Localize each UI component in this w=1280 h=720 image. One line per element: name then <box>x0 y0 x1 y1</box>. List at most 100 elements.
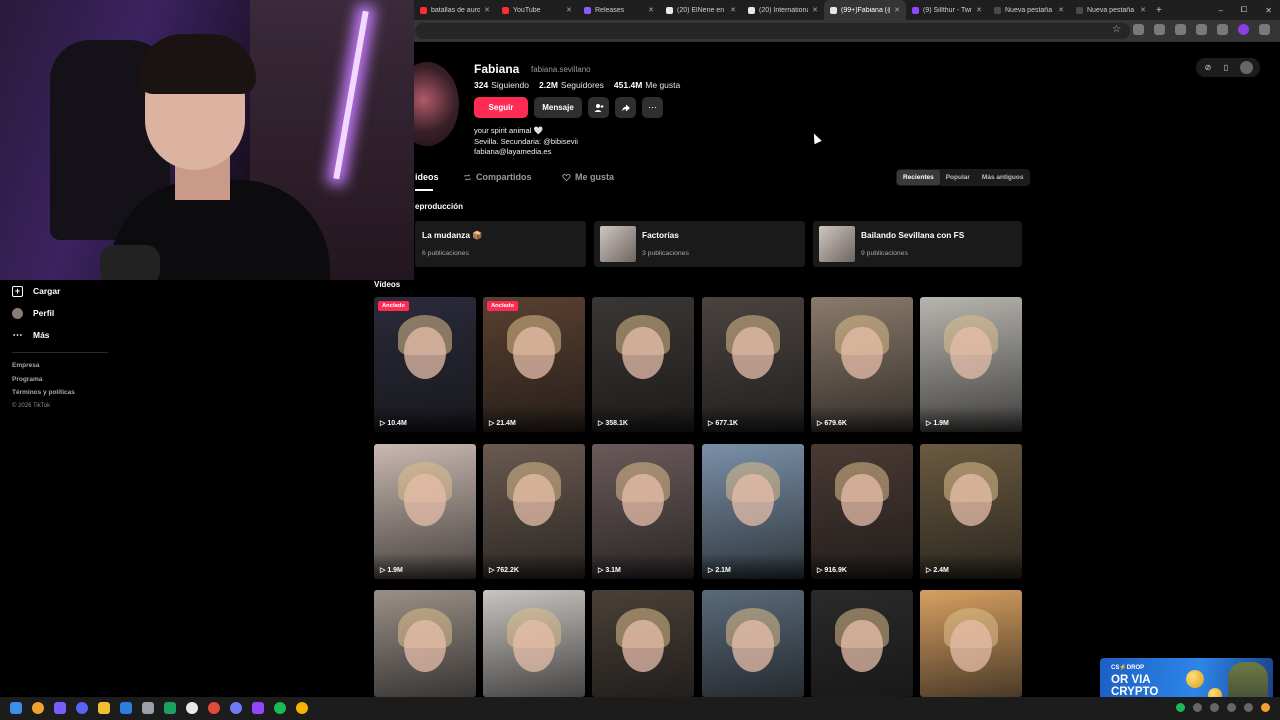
tab-liked[interactable]: Me gusta <box>562 172 614 182</box>
share-button[interactable] <box>615 97 636 118</box>
app-icon[interactable] <box>208 702 220 714</box>
tab-close-icon[interactable]: ✕ <box>730 6 736 14</box>
browser-tab[interactable]: (20) ElNene en X ✕ <box>660 0 742 20</box>
tab-close-icon[interactable]: ✕ <box>976 6 982 14</box>
video-thumbnail[interactable]: ▷ 10.4M Anclado <box>374 297 476 432</box>
video-thumbnail[interactable]: ▷ 358.1K <box>592 297 694 432</box>
video-thumbnail[interactable] <box>920 590 1022 697</box>
browser-tab[interactable]: (20) International ✕ <box>742 0 824 20</box>
browser-tab[interactable]: (99+)Fabiana (@ ✕ <box>824 0 906 20</box>
url-input[interactable] <box>415 23 1130 39</box>
video-thumbnail[interactable]: ▷ 677.1K <box>702 297 804 432</box>
browser-tab[interactable]: (9) Sillthur - Twitc ✕ <box>906 0 988 20</box>
new-tab-button[interactable]: + <box>1156 5 1162 16</box>
extension-icon[interactable] <box>1133 24 1144 35</box>
video-thumbnail[interactable] <box>702 590 804 697</box>
video-thumbnail[interactable]: ▷ 762.2K <box>483 444 585 579</box>
video-thumbnail[interactable]: ▷ 3.1M <box>592 444 694 579</box>
tab-close-icon[interactable]: ✕ <box>1058 6 1064 14</box>
search-icon[interactable] <box>32 702 44 714</box>
puzzle-icon[interactable] <box>1175 24 1186 35</box>
tab-close-icon[interactable]: ✕ <box>566 6 572 14</box>
tab-videos[interactable]: ideos <box>415 172 439 182</box>
video-thumbnail[interactable] <box>374 590 476 697</box>
windows-start-icon[interactable] <box>10 702 22 714</box>
video-thumbnail[interactable]: ▷ 679.6K <box>811 297 913 432</box>
tray-icon[interactable] <box>1227 703 1236 712</box>
minimize-button[interactable]: – <box>1218 6 1222 15</box>
compass-icon[interactable]: ⊘ <box>1204 63 1213 72</box>
video-thumbnail[interactable]: ▷ 1.9M <box>374 444 476 579</box>
app-icon[interactable] <box>54 702 66 714</box>
app-icon[interactable] <box>164 702 176 714</box>
app-icon[interactable] <box>186 702 198 714</box>
extension-icon[interactable] <box>1154 24 1165 35</box>
more-options-button[interactable]: ⋯ <box>642 97 663 118</box>
steam-icon[interactable] <box>142 702 154 714</box>
stat-followers[interactable]: 2.2M Seguidores <box>539 80 604 90</box>
video-thumbnail[interactable] <box>811 590 913 697</box>
close-window-button[interactable]: ✕ <box>1265 6 1272 15</box>
browser-tab[interactable]: Releases ✕ <box>578 0 660 20</box>
tray-icon[interactable] <box>1176 703 1185 712</box>
sort-oldest[interactable]: Más antiguos <box>976 170 1030 185</box>
tray-icon[interactable] <box>1244 703 1253 712</box>
follow-button[interactable]: Seguir <box>474 97 528 118</box>
message-button[interactable]: Mensaje <box>534 97 582 118</box>
stat-following[interactable]: 324 Siguiendo <box>474 80 529 90</box>
sidebar-item-more[interactable]: ⋯ Más <box>0 324 110 346</box>
browser-tab[interactable]: YouTube ✕ <box>496 0 578 20</box>
video-thumbnail[interactable]: ▷ 916.9K <box>811 444 913 579</box>
tab-close-icon[interactable]: ✕ <box>484 6 490 14</box>
browser-tab[interactable]: Nueva pestaña ✕ <box>1070 0 1152 20</box>
tab-close-icon[interactable]: ✕ <box>812 6 818 14</box>
menu-dots-icon[interactable] <box>1259 24 1270 35</box>
tab-close-icon[interactable]: ✕ <box>1140 6 1146 14</box>
sidebar-item-upload[interactable]: + Cargar <box>0 280 110 302</box>
extension-icon[interactable] <box>1217 24 1228 35</box>
app-icon[interactable] <box>98 702 110 714</box>
chrome-icon[interactable] <box>296 702 308 714</box>
video-subject-face <box>841 327 883 379</box>
tray-icon[interactable] <box>1261 703 1270 712</box>
browser-tab[interactable]: batallas de auro ✕ <box>414 0 496 20</box>
tray-icon[interactable] <box>1210 703 1219 712</box>
bookmark-star-icon[interactable]: ☆ <box>1112 24 1123 35</box>
app-icon[interactable] <box>230 702 242 714</box>
video-thumbnail[interactable]: ▷ 2.1M <box>702 444 804 579</box>
tab-favicon-icon <box>1076 6 1083 14</box>
footer-link-program[interactable]: Programa <box>0 373 110 387</box>
bio-email[interactable]: fabiana@layamedia.es <box>474 147 578 158</box>
video-thumbnail[interactable]: ▷ 21.4M Anclado <box>483 297 585 432</box>
sort-popular[interactable]: Popular <box>940 170 976 185</box>
playlist-card[interactable]: Factorías 3 publicaciones <box>594 221 805 267</box>
view-count: ▷ 3.1M <box>598 566 621 574</box>
add-friend-button[interactable] <box>588 97 609 118</box>
view-count-value: 677.1K <box>715 420 738 427</box>
spotify-icon[interactable] <box>274 702 286 714</box>
app-icon[interactable] <box>120 702 132 714</box>
device-icon[interactable]: ▯ <box>1222 63 1231 72</box>
tray-icon[interactable] <box>1193 703 1202 712</box>
video-thumbnail[interactable] <box>483 590 585 697</box>
video-thumbnail[interactable] <box>592 590 694 697</box>
twitch-icon[interactable] <box>252 702 264 714</box>
maximize-button[interactable]: ⧠ <box>1241 5 1247 15</box>
user-avatar[interactable] <box>1239 61 1253 74</box>
tab-reposts[interactable]: Compartidos <box>463 172 532 182</box>
video-thumbnail[interactable]: ▷ 2.4M <box>920 444 1022 579</box>
sidebar-item-profile[interactable]: Perfil <box>0 302 110 324</box>
footer-link-company[interactable]: Empresa <box>0 359 110 373</box>
playlist-count: 6 publicaciones <box>422 250 469 257</box>
playlist-card[interactable]: La mudanza 📦 6 publicaciones <box>415 221 586 267</box>
playlist-card[interactable]: Bailando Sevillana con FS 9 publicacione… <box>813 221 1022 267</box>
tab-close-icon[interactable]: ✕ <box>894 6 900 14</box>
footer-link-terms[interactable]: Términos y políticas <box>0 386 110 400</box>
app-icon[interactable] <box>76 702 88 714</box>
browser-tab[interactable]: Nueva pestaña ✕ <box>988 0 1070 20</box>
extension-icon[interactable] <box>1196 24 1207 35</box>
tab-close-icon[interactable]: ✕ <box>648 6 654 14</box>
profile-avatar-icon[interactable] <box>1238 24 1249 35</box>
sort-recent[interactable]: Recientes <box>897 170 940 185</box>
video-thumbnail[interactable]: ▷ 1.9M <box>920 297 1022 432</box>
